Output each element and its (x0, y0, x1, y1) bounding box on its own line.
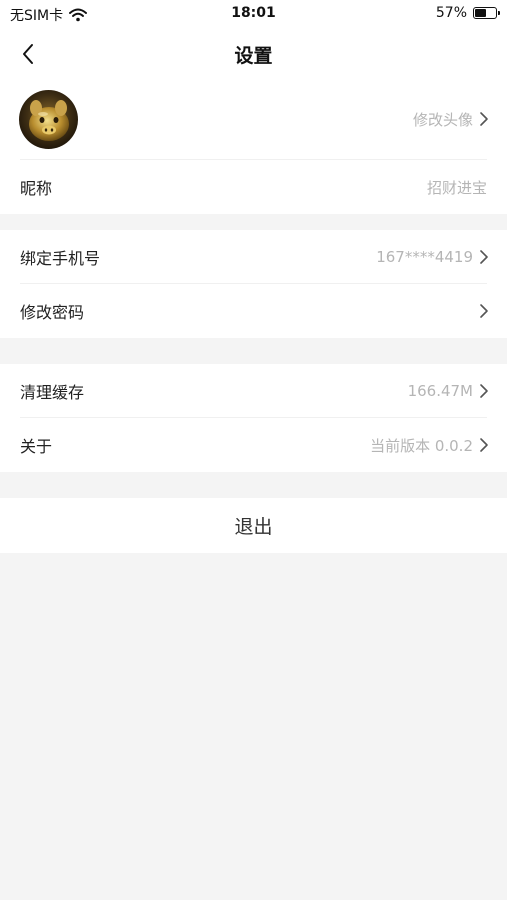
nickname-row-right: 招财进宝 (427, 160, 491, 214)
status-time: 18:01 (231, 5, 276, 21)
clear-cache-row[interactable]: 清理缓存 166.47M (0, 364, 507, 418)
nickname-row[interactable]: 昵称 招财进宝 (0, 160, 507, 214)
phone-label: 绑定手机号 (20, 249, 101, 268)
chevron-right-icon (480, 250, 488, 264)
nav-bar: 设置 (0, 28, 507, 78)
battery-icon (473, 7, 500, 19)
clear-cache-row-right: 166.47M (408, 364, 491, 418)
status-bar: 无SIM卡 18:01 57% (0, 0, 507, 28)
password-row-right (477, 284, 491, 338)
phone-row[interactable]: 绑定手机号 167****4419 (0, 230, 507, 284)
battery-level-fill (475, 9, 486, 17)
password-label: 修改密码 (20, 303, 85, 322)
profile-group: 修改头像 昵称 招财进宝 (0, 78, 507, 214)
about-row-right: 当前版本 0.0.2 (370, 418, 491, 472)
password-row[interactable]: 修改密码 (0, 284, 507, 338)
logout-button[interactable]: 退出 (0, 498, 507, 553)
status-right: 57% (435, 5, 500, 21)
phone-value: 167****4419 (376, 248, 473, 266)
phone-row-right: 167****4419 (376, 230, 491, 284)
cache-size-value: 166.47M (407, 382, 473, 400)
change-avatar-text: 修改头像 (412, 110, 473, 129)
account-group: 绑定手机号 167****4419 修改密码 (0, 230, 507, 338)
app-group: 清理缓存 166.47M 关于 当前版本 0.0.2 (0, 364, 507, 472)
about-row[interactable]: 关于 当前版本 0.0.2 (0, 418, 507, 472)
avatar (19, 90, 78, 149)
avatar-row-right: 修改头像 (413, 78, 491, 160)
battery-percent: 57% (435, 5, 467, 21)
avatar-row[interactable]: 修改头像 (0, 78, 507, 160)
version-value: 当前版本 0.0.2 (370, 436, 473, 455)
nickname-value: 招财进宝 (426, 178, 487, 197)
chevron-right-icon (480, 112, 488, 126)
clear-cache-label: 清理缓存 (20, 383, 85, 402)
page-title: 设置 (234, 45, 273, 67)
chevron-right-icon (480, 438, 488, 452)
about-label: 关于 (20, 437, 53, 456)
chevron-right-icon (480, 304, 488, 318)
nickname-label: 昵称 (20, 179, 53, 198)
chevron-right-icon (480, 384, 488, 398)
